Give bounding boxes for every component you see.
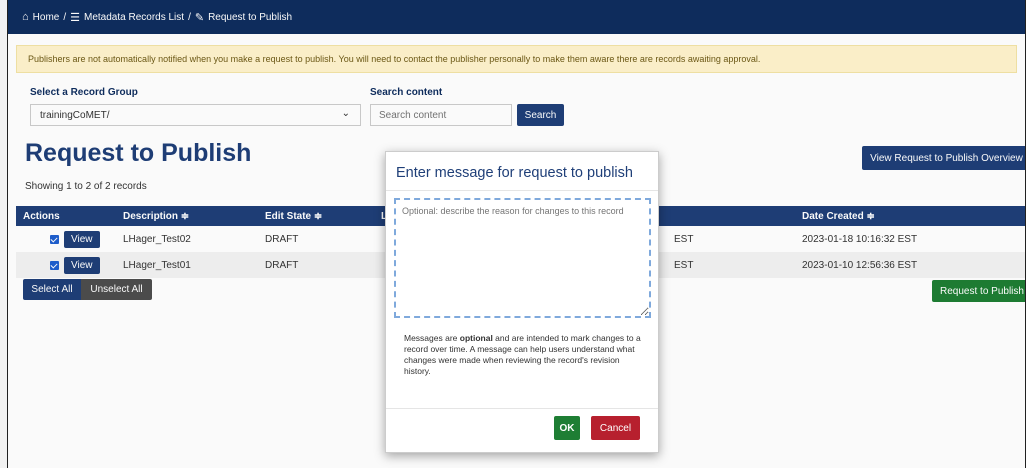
modal-header-divider [386,190,658,191]
request-message-modal: Enter message for request to publish Mes… [385,151,659,453]
cancel-button[interactable]: Cancel [591,416,640,440]
message-textarea[interactable] [394,198,651,318]
modal-title: Enter message for request to publish [396,165,633,181]
modal-help-text: Messages are optional and are intended t… [404,333,641,376]
modal-footer-divider [386,408,658,409]
ok-button[interactable]: OK [554,416,580,440]
